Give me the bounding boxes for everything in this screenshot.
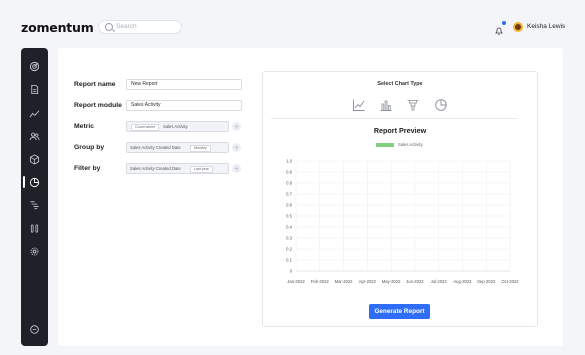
x-tick-label: Sep-2022: [477, 279, 496, 284]
metric-field[interactable]: Count where Sales Activity: [126, 121, 229, 132]
add-group-by-button[interactable]: +: [232, 143, 241, 152]
group-by-value: Sales Activity Created Date: [130, 145, 181, 150]
sidebar-item-integrations[interactable]: [21, 220, 48, 236]
search-placeholder: Search: [116, 23, 137, 30]
notification-icon[interactable]: [494, 21, 506, 35]
y-tick-label: 0.9: [286, 170, 292, 175]
settings-icon: [30, 247, 39, 255]
x-tick-label: Jan-2022: [287, 279, 305, 284]
document-icon: [31, 84, 39, 94]
select-chart-type-title: Select Chart Type: [377, 81, 423, 87]
sidebar-item-goals[interactable]: [21, 58, 48, 74]
y-tick-label: 0.1: [286, 258, 292, 263]
search-input[interactable]: Search: [98, 20, 182, 34]
sidebar-item-workflows[interactable]: [21, 197, 48, 213]
notification-dot: [502, 21, 506, 25]
report-preview-title: Report Preview: [373, 126, 427, 135]
report-name-label: Report name: [74, 81, 116, 88]
users-icon: [29, 132, 40, 140]
search-icon: [105, 23, 113, 31]
y-tick-label: 0.7: [286, 192, 292, 197]
pie-chart-icon: [29, 177, 40, 187]
metric-aggregate-chip[interactable]: Count where: [131, 123, 160, 131]
y-tick-label: 1.0: [286, 159, 292, 164]
sidebar-item-documents[interactable]: [21, 81, 48, 97]
filter-by-range-chip[interactable]: Last year: [190, 165, 213, 173]
generate-report-button[interactable]: Generate Report: [369, 304, 430, 319]
report-module-label: Report module: [74, 102, 122, 109]
metric-value: Sales Activity: [163, 124, 188, 129]
y-tick-label: 0: [290, 269, 293, 274]
y-tick-label: 0.5: [286, 214, 292, 219]
sidebar-item-users[interactable]: [21, 128, 48, 144]
integrations-icon: [30, 223, 39, 233]
x-tick-label: May-2022: [382, 279, 401, 284]
box-icon: [29, 153, 40, 165]
sidebar-item-settings[interactable]: [21, 243, 48, 259]
filter-by-field[interactable]: Sales Activity Created Date Last year: [126, 163, 229, 174]
y-tick-label: 0.6: [286, 203, 292, 208]
x-tick-label: Feb-2022: [311, 279, 330, 284]
line-chart-icon[interactable]: [352, 98, 366, 112]
x-tick-label: Aug-2022: [453, 279, 472, 284]
add-metric-button[interactable]: +: [232, 122, 241, 131]
bar-chart-icon[interactable]: [379, 98, 393, 112]
avatar[interactable]: [513, 22, 523, 32]
chat-icon: [30, 324, 39, 334]
preview-chart: 0 0.1 0.2 0.3 0.4 0.5 0.6 0.7 0.8 0.9 1.0 Jan-2022 F…: [286, 159, 519, 285]
y-tick-label: 0.3: [286, 236, 292, 241]
y-tick-label: 0.4: [286, 225, 292, 230]
legend-label: Sales Activity: [398, 142, 423, 147]
metric-label: Metric: [74, 123, 95, 130]
sidebar: [21, 48, 48, 346]
target-icon: [29, 61, 40, 71]
pie-chart-type-icon[interactable]: [434, 98, 448, 112]
top-bar: zomentum Search Keisha Lewis: [0, 0, 585, 50]
sidebar-item-products[interactable]: [21, 151, 48, 167]
y-tick-label: 0.2: [286, 247, 292, 252]
user-name[interactable]: Keisha Lewis: [527, 23, 565, 30]
app-logo[interactable]: zomentum: [21, 20, 94, 35]
trend-icon: [29, 109, 40, 117]
workflow-icon: [30, 200, 39, 209]
group-by-field[interactable]: Sales Activity Created Date Monthly: [126, 142, 229, 153]
filter-by-label: Filter by: [74, 165, 101, 172]
sidebar-item-chat[interactable]: [21, 321, 48, 337]
y-tick-label: 0.8: [286, 181, 292, 186]
sidebar-item-reports[interactable]: [21, 174, 48, 190]
group-by-interval-chip[interactable]: Monthly: [190, 144, 211, 152]
filter-by-value: Sales Activity Created Date: [130, 166, 181, 171]
x-tick-label: Mar-2022: [335, 279, 354, 284]
add-filter-button[interactable]: +: [232, 164, 241, 173]
sidebar-item-trends[interactable]: [21, 105, 48, 121]
x-tick-label: Jun-2022: [406, 279, 424, 284]
report-name-input[interactable]: New Report: [126, 79, 242, 90]
x-tick-label: Oct-2022: [501, 279, 519, 284]
panel-divider: [271, 118, 517, 119]
report-module-select[interactable]: Sales Activity: [126, 100, 242, 111]
group-by-label: Group by: [74, 144, 105, 151]
x-tick-label: Jul-2022: [431, 279, 448, 284]
funnel-chart-icon[interactable]: [406, 98, 420, 112]
x-tick-label: Apr-2022: [359, 279, 377, 284]
legend-swatch: [376, 143, 394, 147]
